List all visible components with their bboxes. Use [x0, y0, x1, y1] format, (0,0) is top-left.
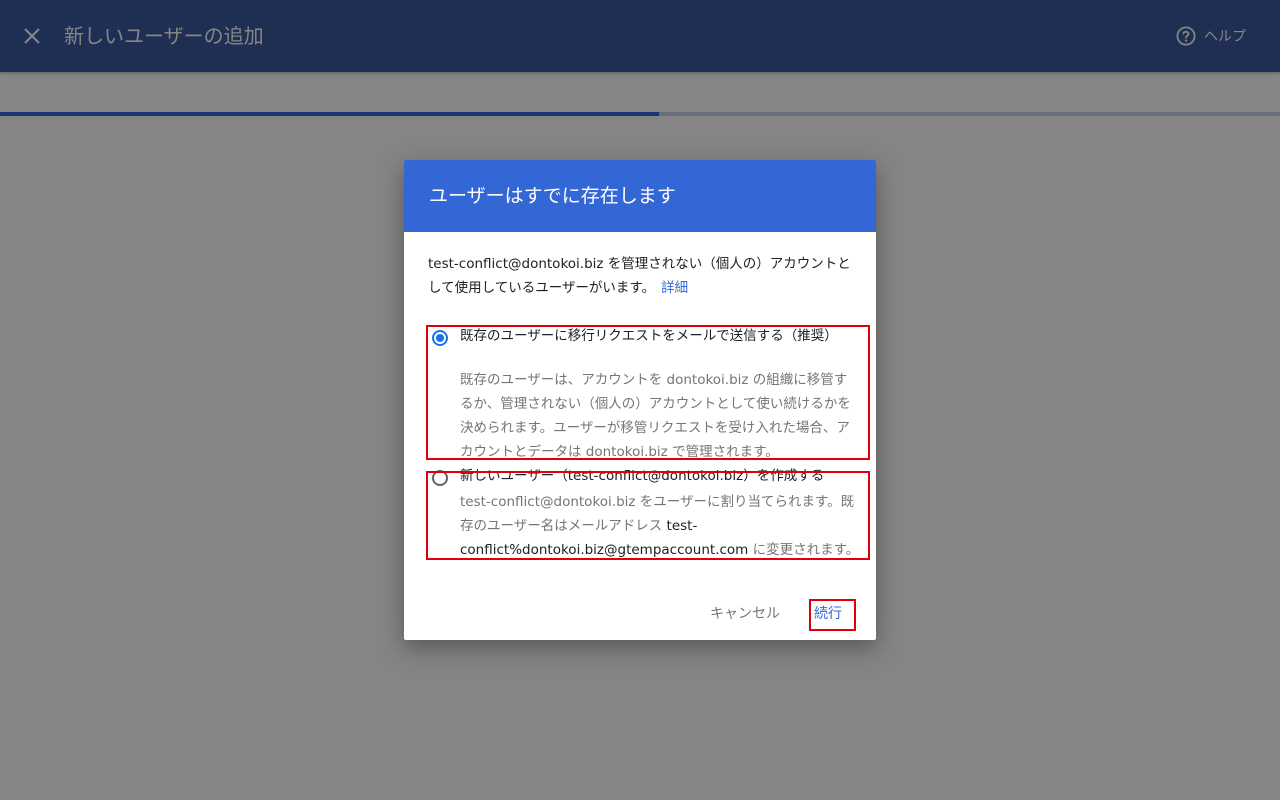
dialog-description-text: test-conflict@dontokoi.biz を管理されない（個人の）ア…	[428, 256, 851, 296]
radio-send-transfer-request[interactable]	[432, 330, 448, 346]
details-link[interactable]: 詳細	[661, 280, 688, 296]
option-description-prefix: test-conflict@dontokoi.biz をユーザーに割り当てられま…	[460, 494, 855, 534]
cancel-button[interactable]: キャンセル	[710, 604, 780, 624]
dialog-title: ユーザーはすでに存在します	[429, 185, 676, 207]
option-description: test-conflict@dontokoi.biz をユーザーに割り当てられま…	[460, 490, 860, 562]
option-description-suffix: に変更されます。	[752, 542, 860, 558]
continue-button[interactable]: 続行	[814, 604, 842, 624]
option-description: 既存のユーザーは、アカウントを dontokoi.biz の組織に移管するか、管…	[460, 372, 851, 460]
option-title: 新しいユーザー（test-conflict@dontokoi.biz）を作成する	[460, 468, 825, 484]
option-title: 既存のユーザーに移行リクエストをメールで送信する（推奨）	[460, 328, 838, 344]
user-exists-dialog: ユーザーはすでに存在します test-conflict@dontokoi.biz…	[404, 160, 876, 640]
radio-create-new-user[interactable]	[432, 470, 448, 486]
dialog-header: ユーザーはすでに存在します	[404, 160, 876, 232]
dialog-description: test-conflict@dontokoi.biz を管理されない（個人の）ア…	[428, 252, 856, 300]
